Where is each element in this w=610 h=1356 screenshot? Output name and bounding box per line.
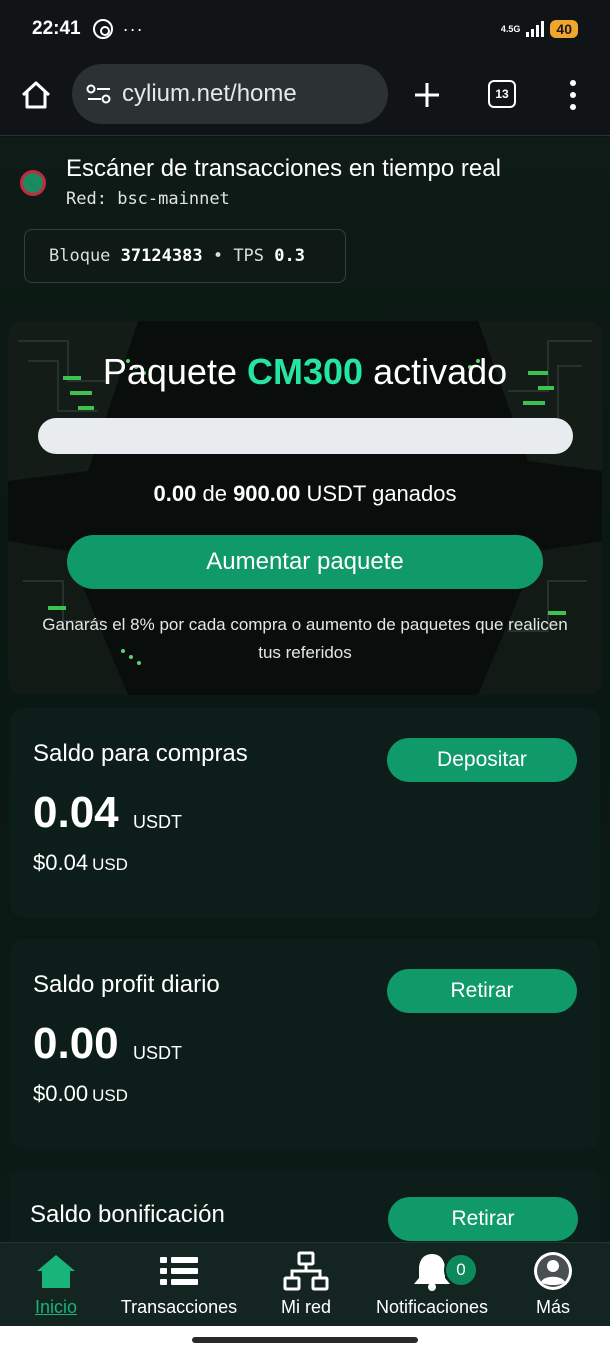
battery-indicator: 40 bbox=[550, 20, 578, 38]
block-number: 37124383 bbox=[120, 246, 203, 266]
earned-of: de bbox=[202, 481, 227, 506]
bonus-balance-card: Saldo bonificación Retirar bbox=[10, 1169, 600, 1242]
page-content: Escáner de transacciones en tiempo real … bbox=[0, 137, 610, 1242]
fiat-amount: $0.00 bbox=[33, 1081, 89, 1106]
balance-amount: 0.00 bbox=[33, 1019, 119, 1068]
scanner-title: Escáner de transacciones en tiempo real bbox=[66, 155, 501, 182]
nav-label: Notificaciones bbox=[375, 1297, 489, 1317]
network-value: bsc-mainnet bbox=[117, 189, 230, 209]
notification-count-badge: 0 bbox=[444, 1253, 478, 1287]
package-title-suffix: activado bbox=[373, 351, 508, 392]
home-icon[interactable] bbox=[20, 80, 52, 110]
daily-profit-card: Saldo profit diario Retirar 0.00 USDT $0… bbox=[10, 939, 600, 1149]
user-icon bbox=[534, 1252, 572, 1290]
earned-total: 900.00 bbox=[233, 481, 301, 506]
status-time: 22:41 bbox=[32, 18, 81, 39]
bottom-navigation: Inicio Transacciones Mi red Notificacion… bbox=[0, 1242, 610, 1326]
separator: • bbox=[212, 246, 224, 266]
withdraw-button[interactable]: Retirar bbox=[387, 969, 577, 1013]
block-info-box: Bloque 37124383 • TPS 0.3 bbox=[24, 229, 346, 283]
nav-label: Inicio bbox=[34, 1297, 78, 1317]
site-settings-icon[interactable] bbox=[86, 84, 112, 104]
live-status-indicator bbox=[20, 170, 46, 196]
home-icon bbox=[37, 1255, 75, 1288]
nav-item-network[interactable]: Mi red bbox=[279, 1251, 333, 1318]
upgrade-package-button[interactable]: Aumentar paquete bbox=[67, 535, 543, 589]
more-notifications-icon: ··· bbox=[122, 18, 144, 39]
status-bar: 22:41 ··· 4.5G 40 bbox=[0, 0, 610, 58]
package-title-prefix: Paquete bbox=[102, 351, 237, 392]
url-text: cylium.net/home bbox=[122, 80, 297, 107]
purchase-balance-card: Saldo para compras Depositar 0.04 USDT $… bbox=[10, 708, 600, 918]
nav-label: Transacciones bbox=[120, 1297, 238, 1317]
card-title: Saldo profit diario bbox=[33, 971, 220, 998]
earned-value: 0.00 bbox=[153, 481, 197, 506]
block-label: Bloque bbox=[49, 246, 111, 266]
fiat-value: $0.00 USD bbox=[33, 1081, 128, 1107]
nav-item-more[interactable]: Más bbox=[530, 1251, 576, 1318]
balance-amount: 0.04 bbox=[33, 788, 119, 837]
nav-label: Más bbox=[535, 1297, 570, 1317]
fiat-value: $0.04 USD bbox=[33, 850, 128, 876]
list-icon bbox=[160, 1257, 198, 1285]
fiat-amount: $0.04 bbox=[33, 850, 89, 875]
signal-icon bbox=[526, 21, 545, 37]
balance-currency: USDT bbox=[133, 1043, 182, 1063]
network-info: Red: bsc-mainnet bbox=[66, 189, 230, 209]
gesture-navigation-area bbox=[0, 1326, 610, 1356]
gesture-handle[interactable] bbox=[192, 1337, 418, 1343]
package-banner: Paquete CM300 activado 0.00 de 900.00 US… bbox=[8, 321, 602, 695]
card-title: Saldo para compras bbox=[33, 740, 248, 767]
withdraw-bonus-button[interactable]: Retirar bbox=[388, 1197, 578, 1241]
earnings-progress-bar bbox=[38, 418, 573, 454]
earnings-text: 0.00 de 900.00 USDT ganados bbox=[8, 481, 602, 507]
balance-currency: USDT bbox=[133, 812, 182, 832]
referral-note: Ganarás el 8% por cada compra o aumento … bbox=[42, 615, 568, 662]
browser-menu-icon[interactable] bbox=[566, 80, 580, 110]
fiat-currency: USD bbox=[92, 855, 128, 874]
fiat-currency: USD bbox=[92, 1086, 128, 1105]
package-name: CM300 bbox=[246, 351, 364, 392]
new-tab-icon[interactable] bbox=[412, 80, 442, 110]
tps-label: TPS bbox=[233, 246, 265, 266]
nav-label: Mi red bbox=[280, 1297, 331, 1317]
status-indicators: 4.5G 40 bbox=[501, 20, 578, 38]
card-title: Saldo bonificación bbox=[30, 1201, 225, 1228]
deposit-button[interactable]: Depositar bbox=[387, 738, 577, 782]
nav-item-home[interactable]: Inicio bbox=[33, 1251, 79, 1318]
tps-value: 0.3 bbox=[274, 246, 305, 266]
address-bar[interactable]: cylium.net/home bbox=[72, 64, 388, 124]
network-label: Red: bbox=[66, 189, 107, 209]
browser-toolbar: cylium.net/home 13 bbox=[0, 58, 610, 136]
tab-switcher-button[interactable]: 13 bbox=[488, 80, 516, 108]
network-icon bbox=[283, 1251, 329, 1291]
earned-suffix: USDT ganados bbox=[306, 481, 457, 506]
network-type: 4.5G bbox=[500, 23, 521, 34]
package-title: Paquete CM300 activado bbox=[8, 351, 602, 393]
whatsapp-icon bbox=[92, 19, 113, 39]
nav-item-transactions[interactable]: Transacciones bbox=[118, 1251, 240, 1318]
